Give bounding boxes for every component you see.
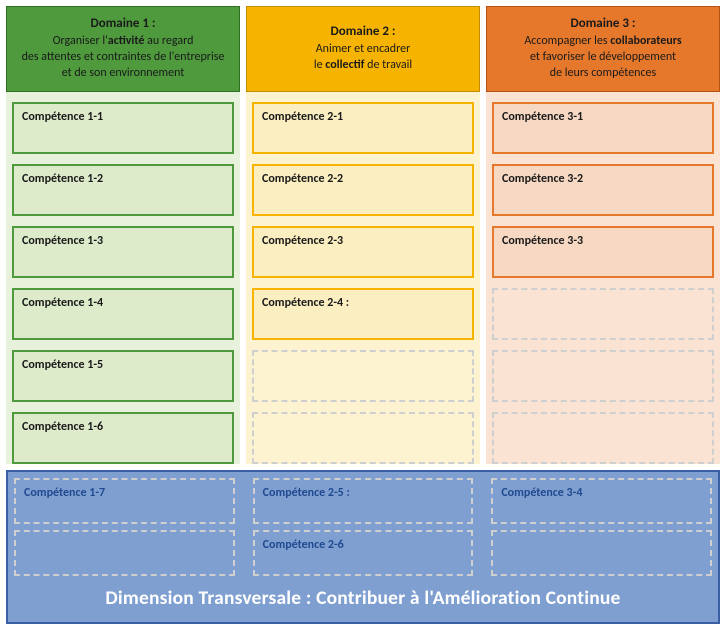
competency-cell: Compétence 1-4 xyxy=(12,288,234,340)
domain-2-header: Domaine 2 : Animer et encadrer le collec… xyxy=(246,6,480,92)
empty-slot xyxy=(252,412,474,464)
transversal-footer: Dimension Transversale : Contribuer à l'… xyxy=(8,576,718,622)
domain-1-column: Compétence 1-1 Compétence 1-2 Compétence… xyxy=(6,92,240,464)
competency-cell: Compétence 1-6 xyxy=(12,412,234,464)
transversal-cell: Compétence 2-6 xyxy=(253,530,474,576)
competency-cell: Compétence 1-2 xyxy=(12,164,234,216)
competency-cell: Compétence 3-1 xyxy=(492,102,714,154)
competency-cell: Compétence 3-3 xyxy=(492,226,714,278)
competency-cell: Compétence 3-2 xyxy=(492,164,714,216)
domain-1-header: Domaine 1 : Organiser l'activité au rega… xyxy=(6,6,240,92)
domain-2-title: Domaine 2 : xyxy=(331,24,396,39)
empty-slot xyxy=(492,288,714,340)
empty-slot xyxy=(252,350,474,402)
empty-slot xyxy=(14,530,235,576)
transversal-cell: Compétence 3-4 xyxy=(491,478,712,524)
domain-3-title: Domaine 3 : xyxy=(571,16,636,31)
competency-cell: Compétence 2-4 : xyxy=(252,288,474,340)
domain-3-header: Domaine 3 : Accompagner les collaborateu… xyxy=(486,6,720,92)
transversal-dimension: Compétence 1-7 Compétence 2-5 : Compéten… xyxy=(6,470,720,624)
transversal-cell: Compétence 2-5 : xyxy=(253,478,474,524)
competency-cell: Compétence 1-1 xyxy=(12,102,234,154)
empty-slot xyxy=(492,412,714,464)
transversal-cell: Compétence 1-7 xyxy=(14,478,235,524)
competency-cell: Compétence 2-3 xyxy=(252,226,474,278)
domain-3-column: Compétence 3-1 Compétence 3-2 Compétence… xyxy=(486,92,720,464)
domain-2-column: Compétence 2-1 Compétence 2-2 Compétence… xyxy=(246,92,480,464)
competency-cell: Compétence 1-3 xyxy=(12,226,234,278)
competency-cell: Compétence 2-2 xyxy=(252,164,474,216)
competency-framework: Domaine 1 : Organiser l'activité au rega… xyxy=(0,0,726,630)
empty-slot xyxy=(491,530,712,576)
competency-cell: Compétence 2-1 xyxy=(252,102,474,154)
empty-slot xyxy=(492,350,714,402)
competency-cell: Compétence 1-5 xyxy=(12,350,234,402)
domain-1-title: Domaine 1 : xyxy=(91,16,156,31)
